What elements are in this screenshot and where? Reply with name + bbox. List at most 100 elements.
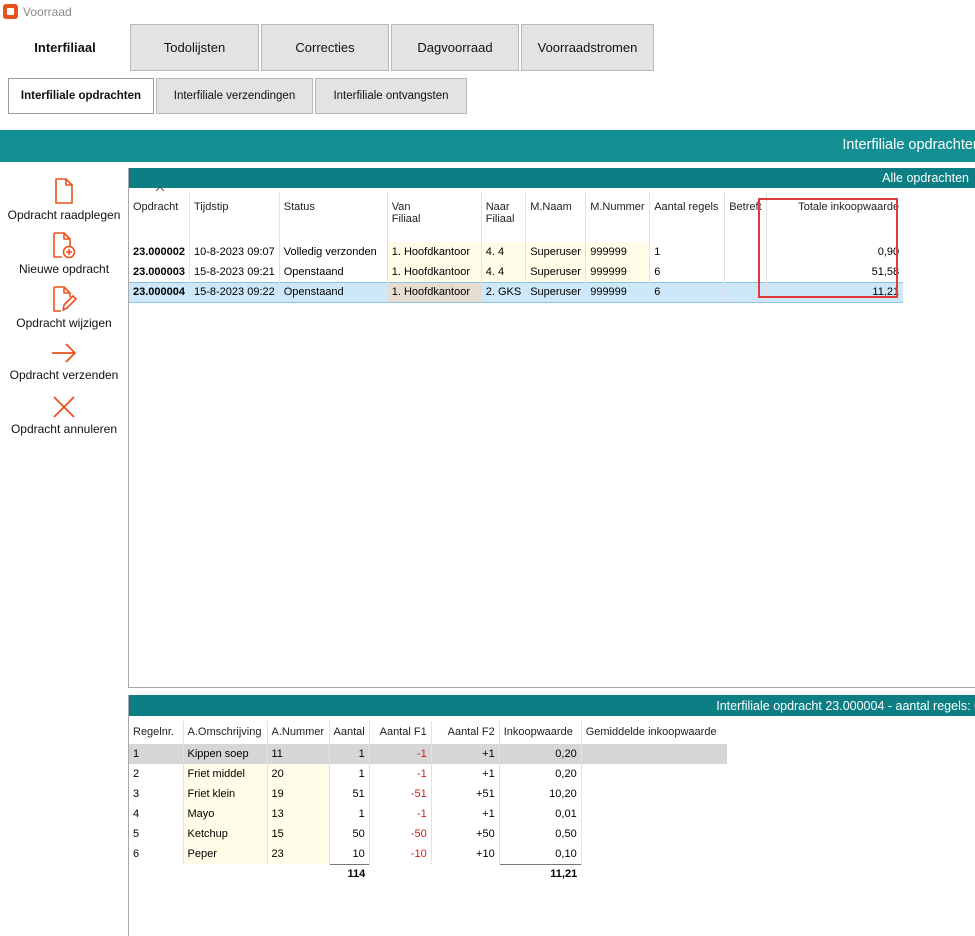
tab-todolijsten[interactable]: Todolijsten — [130, 24, 259, 71]
opdracht-annuleren-button[interactable]: Opdracht annuleren — [0, 395, 128, 436]
opdracht-raadplegen-button[interactable]: Opdracht raadplegen — [0, 177, 128, 222]
cell-aantal: 51 — [328, 784, 370, 804]
table-row[interactable]: 2 Friet middel 20 1 -1 +1 0,20 — [129, 764, 728, 784]
cell-mnummer: 999999 — [585, 281, 650, 303]
col-mnummer[interactable]: M.Nummer — [585, 192, 650, 242]
cell-aantal-f1: -10 — [368, 844, 432, 864]
opdracht-verzenden-label: Opdracht verzenden — [9, 368, 119, 382]
table-row[interactable]: 5 Ketchup 15 50 -50 +50 0,50 — [129, 824, 728, 844]
cell-aantal: 10 — [328, 844, 370, 864]
cell-aantal-f1: -1 — [368, 804, 432, 824]
col-mnaam[interactable]: M.Naam — [525, 192, 586, 242]
col-aantal-regels[interactable]: Aantal regels — [649, 192, 725, 242]
subtab-interfiliale-ontvangsten[interactable]: Interfiliale ontvangsten — [315, 78, 467, 114]
cell-regelnr: 5 — [133, 828, 140, 840]
cell-aantal: 1 — [328, 744, 370, 764]
table-row[interactable]: 3 Friet klein 19 51 -51 +51 10,20 — [129, 784, 728, 804]
total-inkoopwaarde: 11,21 — [499, 863, 582, 884]
cell-inkoopwaarde: 0,50 — [498, 824, 582, 844]
col-regelnr[interactable]: Regelnr. — [129, 721, 183, 744]
cell-van: 1. Hoofdkantoor — [386, 262, 482, 282]
cell-mnaam: Superuser — [525, 281, 586, 303]
cell-naar: 2. GKS — [480, 281, 526, 303]
cell-naar: 4. 4 — [480, 242, 526, 262]
cell-omschrijving: Friet middel — [182, 764, 267, 784]
subtab-interfiliale-opdrachten[interactable]: Interfiliale opdrachten — [8, 78, 154, 114]
cell-gemiddelde — [580, 744, 728, 764]
cell-aantal-f2: +51 — [430, 784, 500, 804]
col-van-filiaal[interactable]: Van Filiaal — [386, 192, 482, 242]
orders-panel: Alle opdrachten Opdracht Tijdstip Status… — [128, 168, 975, 688]
subtab-interfiliale-verzendingen[interactable]: Interfiliale verzendingen — [156, 78, 313, 114]
arrow-right-icon — [52, 343, 76, 363]
document-add-icon — [53, 232, 76, 259]
cell-opdracht: 23.000002 — [133, 246, 185, 258]
cell-omschrijving: Mayo — [182, 804, 267, 824]
opdracht-annuleren-label: Opdracht annuleren — [10, 422, 118, 436]
col-aantal-f1[interactable]: Aantal F1 — [368, 721, 432, 744]
col-nummer[interactable]: A.Nummer — [266, 721, 329, 744]
cell-nummer: 23 — [266, 844, 329, 864]
cell-nummer: 13 — [266, 804, 329, 824]
col-inkoopwaarde[interactable]: Inkoopwaarde — [498, 721, 582, 744]
cell-status: Volledig verzonden — [278, 242, 388, 262]
cell-aantal-f2: +1 — [430, 764, 500, 784]
cell-aantal: 1 — [328, 804, 370, 824]
tab-dagvoorraad[interactable]: Dagvoorraad — [391, 24, 519, 71]
col-opdracht[interactable]: Opdracht — [129, 192, 190, 242]
col-aantal[interactable]: Aantal — [328, 721, 370, 744]
highlight-annotation — [758, 198, 898, 298]
col-omschrijving[interactable]: A.Omschrijving — [182, 721, 267, 744]
col-naar-filiaal[interactable]: Naar Filiaal — [480, 192, 526, 242]
cell-opdracht: 23.000003 — [133, 265, 185, 278]
cell-aantal-f1: -50 — [368, 824, 432, 844]
tab-correcties[interactable]: Correcties — [261, 24, 389, 71]
col-aantal-f2[interactable]: Aantal F2 — [430, 721, 500, 744]
cell-naar: 4. 4 — [480, 262, 526, 282]
section-title: Interfiliale opdrachten — [842, 137, 975, 153]
window-title: Voorraad — [23, 5, 72, 19]
col-tijdstip[interactable]: Tijdstip — [189, 192, 280, 242]
document-edit-icon — [53, 286, 77, 312]
tab-interfiliaal[interactable]: Interfiliaal — [10, 24, 120, 71]
cell-aantal-f1: -51 — [368, 784, 432, 804]
nieuwe-opdracht-button[interactable]: Nieuwe opdracht — [0, 231, 128, 276]
table-row[interactable]: 4 Mayo 13 1 -1 +1 0,01 — [129, 804, 728, 824]
close-icon — [53, 396, 75, 418]
table-row[interactable]: 6 Peper 23 10 -10 +10 0,10 — [129, 844, 728, 864]
opdracht-raadplegen-label: Opdracht raadplegen — [7, 208, 121, 222]
totals-row: 114 11,21 — [129, 863, 727, 884]
opdracht-wijzigen-button[interactable]: Opdracht wijzigen — [0, 285, 128, 330]
order-lines-panel: Interfiliale opdracht 23.000004 - aantal… — [128, 695, 975, 936]
opdracht-verzenden-button[interactable]: Opdracht verzenden — [0, 341, 128, 382]
order-lines-panel-title: Interfiliale opdracht 23.000004 - aantal… — [716, 699, 975, 713]
cell-regelnr: 4 — [133, 808, 140, 820]
cell-mnummer: 999999 — [585, 262, 650, 282]
cell-tijdstip: 10-8-2023 09:07 — [189, 242, 280, 262]
tab-voorraadstromen[interactable]: Voorraadstromen — [521, 24, 654, 71]
cell-aantal: 1 — [328, 764, 370, 784]
cell-aantal-regels: 1 — [649, 242, 725, 262]
cell-tijdstip: 15-8-2023 09:21 — [189, 262, 280, 282]
cell-omschrijving: Peper — [182, 844, 267, 864]
cell-opdracht: 23.000004 — [129, 281, 190, 303]
cell-gemiddelde — [580, 844, 728, 864]
cell-mnaam: Superuser — [525, 262, 586, 282]
opdracht-wijzigen-label: Opdracht wijzigen — [16, 316, 112, 330]
cell-mnummer: 999999 — [585, 242, 650, 262]
cell-omschrijving: Ketchup — [182, 824, 267, 844]
app-icon — [3, 4, 18, 19]
table-row[interactable]: 1 Kippen soep 11 1 -1 +1 0,20 — [129, 744, 728, 764]
cell-inkoopwaarde: 0,20 — [498, 744, 582, 764]
cell-aantal-f2: +10 — [430, 844, 500, 864]
cell-van: 1. Hoofdkantoor — [386, 242, 482, 262]
section-header: Interfiliale opdrachten — [0, 130, 975, 162]
cell-gemiddelde — [580, 824, 728, 844]
cell-aantal-f1: -1 — [368, 744, 432, 764]
cell-status: Openstaand — [278, 262, 388, 282]
cell-nummer: 20 — [266, 764, 329, 784]
col-status[interactable]: Status — [278, 192, 388, 242]
cell-regelnr: 3 — [133, 788, 140, 800]
col-gemiddelde-inkoopwaarde[interactable]: Gemiddelde inkoopwaarde — [580, 721, 728, 744]
orders-panel-header: Alle opdrachten — [129, 168, 975, 188]
